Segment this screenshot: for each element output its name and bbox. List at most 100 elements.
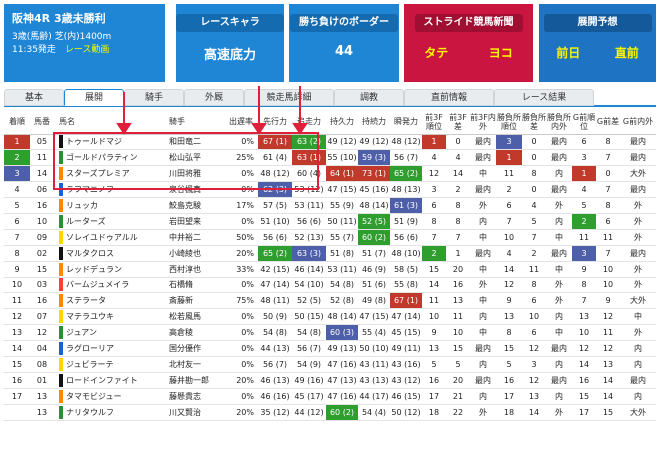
stride-tate-link[interactable]: タテ	[424, 44, 448, 61]
table-row[interactable]: 14 04 ラグローリア 国分優作 0% 44 (13) 56 (7) 49 (13) 50 (…	[4, 340, 656, 357]
gate-color-bar	[59, 357, 63, 371]
tab-basic[interactable]: 基本	[4, 89, 64, 106]
cell-ms: 最内	[546, 134, 572, 151]
cell-f3s: 最内	[470, 149, 496, 167]
jockey-link[interactable]: 川又賢治	[166, 404, 224, 421]
table-row[interactable]: 17 13 タマモビジュー 藤懸貴志 0% 46 (16) 45 (17) 47 (16) 44…	[4, 388, 656, 405]
jockey-link[interactable]: 松若風馬	[166, 308, 224, 326]
jockey-link[interactable]: 北村友一	[166, 356, 224, 373]
horse-name-link[interactable]: ジュアン	[54, 324, 166, 342]
tab-race-result[interactable]: レース結果	[494, 89, 594, 106]
horse-name: ゴールドパラティン	[66, 153, 138, 163]
cell-rank: 9	[4, 261, 30, 278]
col-no-header: 馬番	[30, 110, 54, 135]
table-row[interactable]: 9 15 レッドデュラン 西村淳也 33% 42 (15) 46 (14) 53 (11) 46…	[4, 261, 656, 278]
jockey-link[interactable]: 斎藤新	[166, 292, 224, 310]
table-row[interactable]: 12 07 マテラユウキ 松若風馬 0% 50 (9) 50 (15) 48 (14) 47 (…	[4, 308, 656, 326]
table-row[interactable]: 2 11 ゴールドパラティン 松山弘平 25% 61 (4) 63 (1) 55 (10) 59…	[4, 149, 656, 167]
horse-name-link[interactable]: レッドデュラン	[54, 261, 166, 278]
jockey-link[interactable]: 小崎綾也	[166, 245, 224, 262]
cell-mr: 13	[496, 308, 522, 326]
tenkai-chokuzen-link[interactable]: 直前	[615, 44, 639, 61]
table-row[interactable]: 16 01 ロードインファイト 藤井勘一郎 20% 46 (13) 49 (16) 47 (1…	[4, 372, 656, 389]
cell-gr: 12	[572, 340, 596, 357]
jockey-link[interactable]: 松山弘平	[166, 149, 224, 167]
cell-jizoku: 54 (4)	[358, 404, 390, 421]
horse-name-link[interactable]: ソレイユドゥアルル	[54, 229, 166, 246]
cell-shunpatsu: 55 (8)	[390, 277, 422, 294]
tenkai-zenjitsu-link[interactable]: 前日	[556, 44, 580, 61]
cell-f3s: 外	[470, 197, 496, 214]
horse-name-link[interactable]: ステラータ	[54, 292, 166, 310]
jockey-link[interactable]: 川田将雅	[166, 165, 224, 183]
horse-name-link[interactable]: バームジュメイラ	[54, 277, 166, 294]
cell-gd: 6	[596, 213, 620, 230]
table-row[interactable]: 11 16 ステラータ 斎藤新 75% 48 (11) 52 (5) 52 (8) 49 (8)…	[4, 292, 656, 310]
cell-late: 17%	[224, 197, 258, 214]
race-time-row: 11:35発走 レース動画	[12, 44, 157, 57]
jockey-link[interactable]: 国分優作	[166, 340, 224, 357]
cell-f3d: 8	[446, 197, 470, 214]
jockey-link[interactable]: 藤井勘一郎	[166, 372, 224, 389]
cell-tsuiso: 46 (14)	[292, 261, 326, 278]
table-row[interactable]: 7 09 ソレイユドゥアルル 中井裕二 50% 56 (6) 52 (13) 55 (7) 60…	[4, 229, 656, 246]
jockey-link[interactable]: 岩田望来	[166, 213, 224, 230]
cell-gr: 3	[572, 149, 596, 167]
table-row[interactable]: 15 08 ジュビラーテ 北村友一 0% 56 (7) 54 (9) 47 (16) 43 (1…	[4, 356, 656, 373]
cell-gs: 内	[620, 340, 656, 357]
tab-training[interactable]: 調教	[334, 89, 404, 106]
table-row[interactable]: 3 14 スターズプレミア 川田将雅 0% 48 (12) 60 (4) 64 (1) 73 (…	[4, 165, 656, 183]
horse-name-link[interactable]: ラフマニノフ	[54, 181, 166, 199]
cell-senko: 51 (10)	[258, 213, 292, 230]
horse-name-link[interactable]: リュッカ	[54, 197, 166, 214]
jockey-link[interactable]: 中井裕二	[166, 229, 224, 246]
cell-f3s: 中	[470, 261, 496, 278]
stride-yoko-link[interactable]: ヨコ	[489, 44, 513, 61]
table-row[interactable]: 13 12 ジュアン 高倉稜 0% 54 (8) 54 (8) 60 (3) 55 (4) 45 …	[4, 324, 656, 342]
horse-name-link[interactable]: ラグローリア	[54, 340, 166, 357]
horse-name-link[interactable]: ゴールドパラティン	[54, 149, 166, 167]
race-video-link[interactable]: レース動画	[65, 45, 110, 55]
jockey-link[interactable]: 藤懸貴志	[166, 388, 224, 405]
table-row[interactable]: 10 03 バームジュメイラ 石橋脩 0% 47 (14) 54 (10) 54 (8) 51 …	[4, 277, 656, 294]
tab-direct-info[interactable]: 直前情報	[404, 89, 494, 106]
cell-late: 0%	[224, 277, 258, 294]
cell-no: 15	[30, 261, 54, 278]
horse-name-link[interactable]: マテラユウキ	[54, 308, 166, 326]
horse-name-link[interactable]: ロードインファイト	[54, 372, 166, 389]
horse-name-link[interactable]: スターズプレミア	[54, 165, 166, 183]
cell-f3r: 3	[422, 181, 446, 199]
horse-name-link[interactable]: ナリタウルフ	[54, 404, 166, 421]
horse-name-link[interactable]: ルーターズ	[54, 213, 166, 230]
tab-tenkai[interactable]: 展開	[64, 89, 124, 106]
tab-jockey[interactable]: 騎手	[124, 89, 184, 106]
tab-gaikyu[interactable]: 外厩	[184, 89, 244, 106]
jockey-link[interactable]: 石橋脩	[166, 277, 224, 294]
cell-ms: 中	[546, 261, 572, 278]
table-row[interactable]: 5 16 リュッカ 鮫島克駿 17% 57 (5) 53 (11) 55 (9) 48 (14)…	[4, 197, 656, 214]
table-row[interactable]: 13 ナリタウルフ 川又賢治 20% 35 (12) 44 (12) 60 (2) 54 (4…	[4, 404, 656, 421]
table-row[interactable]: 1 05 トゥールドマジ 和田竜二 0% 67 (1) 63 (2) 49 (12) 49 (1…	[4, 134, 656, 151]
jockey-link[interactable]: 鮫島克駿	[166, 197, 224, 214]
horse-name-link[interactable]: ジュビラーテ	[54, 356, 166, 373]
cell-tsuiso: 44 (12)	[292, 404, 326, 421]
jockey-link[interactable]: 西村淳也	[166, 261, 224, 278]
cell-gr: 4	[572, 181, 596, 199]
cell-gd: 8	[596, 134, 620, 151]
table-row[interactable]: 4 06 ラフマニノフ 泉谷楓真 0% 62 (3) 53 (12) 47 (15) 45 (1…	[4, 181, 656, 199]
table-row[interactable]: 6 10 ルーターズ 岩田望来 0% 51 (10) 56 (6) 50 (11) 52 (5)…	[4, 213, 656, 230]
cell-gd: 7	[596, 245, 620, 262]
jockey-link[interactable]: 泉谷楓真	[166, 181, 224, 199]
jockey-link[interactable]: 高倉稜	[166, 324, 224, 342]
cell-rank: 6	[4, 213, 30, 230]
table-row[interactable]: 8 02 マルタクロス 小崎綾也 20% 65 (2) 63 (3) 51 (8) 51 (7)…	[4, 245, 656, 262]
cell-mr: 16	[496, 372, 522, 389]
horse-name-link[interactable]: マルタクロス	[54, 245, 166, 262]
jockey-link[interactable]: 和田竜二	[166, 134, 224, 151]
post-time: 11:35発走	[12, 45, 56, 55]
horse-name-link[interactable]: タマモビジュー	[54, 388, 166, 405]
race-chara-value: 高速底力	[203, 48, 256, 63]
cell-ms: 外	[546, 197, 572, 214]
tab-horse-detail[interactable]: 競走馬詳細	[244, 89, 334, 106]
horse-name-link[interactable]: トゥールドマジ	[54, 134, 166, 151]
